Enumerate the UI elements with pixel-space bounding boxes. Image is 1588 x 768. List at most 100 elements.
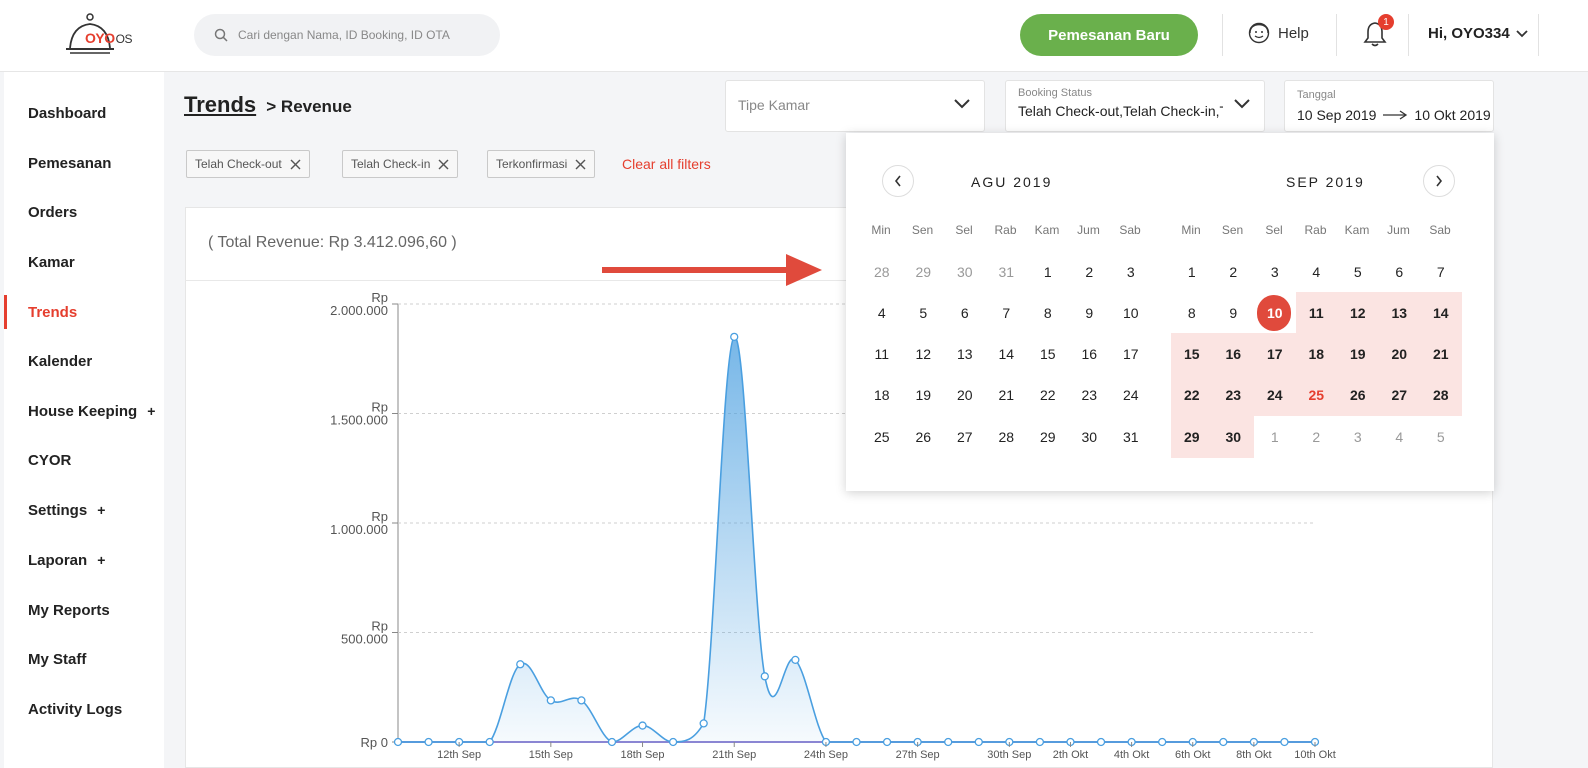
user-menu[interactable]: Hi, OYO334 (1428, 25, 1528, 42)
prev-month-button[interactable] (882, 165, 914, 197)
calendar-day[interactable]: 1 (1027, 251, 1069, 293)
calendar-day[interactable]: 21 (1420, 333, 1462, 375)
calendar-day[interactable]: 26 (903, 416, 945, 458)
calendar-day[interactable]: 14 (986, 333, 1028, 375)
calendar-day[interactable]: 25 (861, 416, 903, 458)
calendar-day[interactable]: 8 (1171, 292, 1213, 334)
calendar-day[interactable]: 3 (1337, 416, 1379, 458)
calendar-day[interactable]: 27 (944, 416, 986, 458)
close-icon[interactable] (290, 159, 301, 170)
calendar-day[interactable]: 22 (1027, 374, 1069, 416)
calendar-day[interactable]: 17 (1110, 333, 1152, 375)
calendar-day[interactable]: 11 (1295, 292, 1337, 334)
next-month-button[interactable] (1423, 165, 1455, 197)
calendar-day[interactable]: 5 (903, 292, 945, 334)
calendar-day[interactable]: 29 (1171, 416, 1213, 458)
filter-chip-checkout[interactable]: Telah Check-out (186, 150, 310, 178)
calendar-day[interactable]: 13 (1378, 292, 1420, 334)
calendar-day[interactable]: 12 (903, 333, 945, 375)
calendar-day[interactable]: 28 (1420, 374, 1462, 416)
filter-chip-checkin[interactable]: Telah Check-in (342, 150, 459, 178)
calendar-day[interactable]: 6 (1379, 251, 1421, 293)
calendar-day[interactable]: 4 (1296, 251, 1338, 293)
calendar-day[interactable]: 19 (903, 374, 945, 416)
calendar-day[interactable]: 31 (986, 251, 1028, 293)
calendar-day[interactable]: 5 (1420, 416, 1462, 458)
calendar-day[interactable]: 4 (1379, 416, 1421, 458)
sidebar-item-my-staff[interactable]: My Staff (4, 642, 164, 676)
sidebar-item-activity-logs[interactable]: Activity Logs (4, 692, 164, 726)
calendar-day[interactable]: 2 (1213, 251, 1255, 293)
calendar-day[interactable]: 28 (861, 251, 903, 293)
calendar-day[interactable]: 2 (1069, 251, 1111, 293)
calendar-day[interactable]: 18 (861, 374, 903, 416)
filter-chip-confirmed[interactable]: Terkonfirmasi (487, 150, 596, 178)
sidebar-item-pemesanan[interactable]: Pemesanan (4, 146, 164, 180)
calendar-day[interactable]: 10 (1110, 292, 1152, 334)
calendar-day[interactable]: 23 (1069, 374, 1111, 416)
sidebar-item-house-keeping[interactable]: House Keeping + (4, 394, 164, 428)
calendar-day[interactable]: 16 (1069, 333, 1111, 375)
sidebar-item-cyor[interactable]: CYOR (4, 443, 164, 477)
calendar-day[interactable]: 29 (1027, 416, 1069, 458)
expand-plus-icon[interactable]: + (97, 552, 105, 568)
calendar-day[interactable]: 14 (1420, 292, 1462, 334)
date-range-picker[interactable]: Tanggal 10 Sep 2019 10 Okt 2019 (1284, 80, 1494, 132)
calendar-day[interactable]: 22 (1171, 374, 1213, 416)
calendar-day[interactable]: 13 (944, 333, 986, 375)
room-type-dropdown[interactable]: Tipe Kamar (725, 80, 985, 132)
sidebar-item-trends[interactable]: Trends (4, 295, 164, 329)
calendar-day[interactable]: 18 (1295, 333, 1337, 375)
sidebar-item-orders[interactable]: Orders (4, 195, 164, 229)
calendar-day[interactable]: 11 (861, 333, 903, 375)
calendar-day[interactable]: 19 (1337, 333, 1379, 375)
calendar-day[interactable]: 30 (1069, 416, 1111, 458)
calendar-day[interactable]: 8 (1027, 292, 1069, 334)
expand-plus-icon[interactable]: + (97, 502, 105, 518)
calendar-day[interactable]: 5 (1337, 251, 1379, 293)
calendar-day[interactable]: 7 (986, 292, 1028, 334)
calendar-day[interactable]: 1 (1254, 416, 1296, 458)
calendar-day[interactable]: 20 (1378, 333, 1420, 375)
calendar-day[interactable]: 20 (944, 374, 986, 416)
search-bar[interactable] (194, 14, 500, 56)
sidebar-item-my-reports[interactable]: My Reports (4, 593, 164, 627)
calendar-day[interactable]: 7 (1420, 251, 1462, 293)
calendar-day[interactable]: 15 (1027, 333, 1069, 375)
calendar-day[interactable]: 23 (1212, 374, 1254, 416)
sidebar-item-kamar[interactable]: Kamar (4, 245, 164, 279)
calendar-day[interactable]: 17 (1254, 333, 1296, 375)
calendar-day[interactable]: 4 (861, 292, 903, 334)
sidebar-item-settings[interactable]: Settings + (4, 493, 164, 527)
booking-status-dropdown[interactable]: Booking Status Telah Check-out,Telah Che… (1005, 80, 1265, 132)
calendar-day[interactable]: 3 (1254, 251, 1296, 293)
breadcrumb-trends-link[interactable]: Trends (184, 92, 256, 117)
calendar-day[interactable]: 9 (1213, 292, 1255, 334)
sidebar-item-laporan[interactable]: Laporan + (4, 543, 164, 577)
calendar-day[interactable]: 16 (1212, 333, 1254, 375)
expand-plus-icon[interactable]: + (147, 403, 155, 419)
sidebar-item-kalender[interactable]: Kalender (4, 344, 164, 378)
calendar-day[interactable]: 25 (1295, 374, 1337, 416)
calendar-day[interactable]: 29 (903, 251, 945, 293)
calendar-day[interactable]: 3 (1110, 251, 1152, 293)
close-icon[interactable] (575, 159, 586, 170)
calendar-day[interactable]: 15 (1171, 333, 1213, 375)
calendar-day[interactable]: 6 (944, 292, 986, 334)
calendar-day[interactable]: 28 (986, 416, 1028, 458)
calendar-day[interactable]: 12 (1337, 292, 1379, 334)
clear-filters-link[interactable]: Clear all filters (622, 156, 711, 172)
calendar-day[interactable]: 24 (1110, 374, 1152, 416)
calendar-day[interactable]: 1 (1171, 251, 1213, 293)
close-icon[interactable] (438, 159, 449, 170)
calendar-day[interactable]: 31 (1110, 416, 1152, 458)
calendar-day[interactable]: 9 (1069, 292, 1111, 334)
calendar-day[interactable]: 30 (944, 251, 986, 293)
calendar-day[interactable]: 26 (1337, 374, 1379, 416)
calendar-day-selected[interactable]: 10 (1254, 292, 1296, 334)
calendar-day[interactable]: 27 (1378, 374, 1420, 416)
sidebar-item-dashboard[interactable]: Dashboard (4, 96, 164, 130)
calendar-day[interactable]: 30 (1212, 416, 1254, 458)
calendar-day[interactable]: 2 (1296, 416, 1338, 458)
new-booking-button[interactable]: Pemesanan Baru (1020, 14, 1198, 56)
